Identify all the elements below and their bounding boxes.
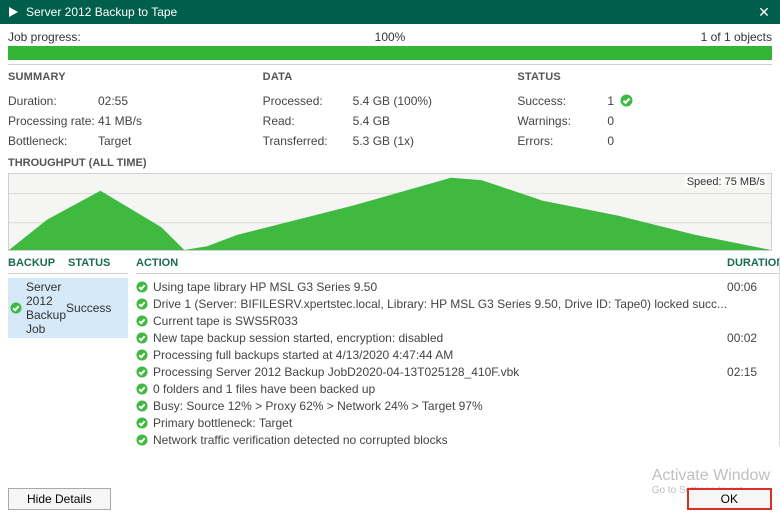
throughput-speed: Speed: 75 MB/s — [685, 176, 767, 188]
success-icon — [10, 302, 22, 314]
backup-row[interactable]: Server 2012 Backup Job Success — [8, 278, 128, 338]
titlebar: Server 2012 Backup to Tape ✕ — [0, 0, 780, 24]
transferred-label: Transferred: — [263, 134, 353, 148]
action-duration: 00:02 — [727, 331, 780, 345]
app-icon — [6, 5, 20, 19]
success-icon — [136, 383, 148, 395]
action-text: Current tape is SWS5R033 — [153, 314, 727, 328]
stats-section: SUMMARY Duration:02:55 Processing rate:4… — [0, 69, 780, 155]
transferred-value: 5.3 GB (1x) — [353, 134, 414, 148]
success-icon — [136, 434, 148, 446]
errors-value: 0 — [607, 134, 614, 148]
backup-name: Server 2012 Backup Job — [26, 280, 66, 336]
backup-status: Success — [66, 301, 126, 315]
progress-bar — [8, 46, 772, 60]
duration-label: Duration: — [8, 94, 98, 108]
footer: Hide Details OK — [8, 486, 772, 512]
ok-button[interactable]: OK — [687, 488, 772, 510]
data-col: DATA Processed:5.4 GB (100%) Read:5.4 GB… — [263, 71, 518, 151]
bottleneck-label: Bottleneck: — [8, 134, 98, 148]
close-icon[interactable]: ✕ — [754, 4, 774, 21]
action-row[interactable]: Primary bottleneck: Target — [136, 414, 780, 431]
success-value: 1 — [607, 94, 614, 108]
action-row[interactable]: Current tape is SWS5R033 — [136, 312, 780, 329]
action-text: Using tape library HP MSL G3 Series 9.50 — [153, 280, 727, 294]
progress-row: Job progress: 100% 1 of 1 objects — [0, 24, 780, 46]
action-row[interactable]: Drive 1 (Server: BIFILESRV.xpertstec.loc… — [136, 295, 780, 312]
action-row[interactable]: New tape backup session started, encrypt… — [136, 329, 780, 346]
processed-label: Processed: — [263, 94, 353, 108]
action-text: Primary bottleneck: Target — [153, 416, 727, 430]
throughput-chart: Speed: 75 MB/s — [8, 173, 772, 251]
action-col-header[interactable]: ACTION — [136, 257, 727, 269]
processed-value: 5.4 GB (100%) — [353, 94, 432, 108]
window-title: Server 2012 Backup to Tape — [26, 5, 754, 19]
data-header: DATA — [263, 71, 518, 83]
success-icon — [136, 281, 148, 293]
divider — [8, 64, 772, 65]
action-duration: 00:06 — [727, 280, 780, 294]
duration-col-header[interactable]: DURATION — [727, 257, 780, 269]
throughput-label: THROUGHPUT (ALL TIME) — [0, 155, 780, 171]
backup-status-col-header[interactable]: STATUS — [68, 257, 128, 269]
duration-value: 02:55 — [98, 94, 128, 108]
read-value: 5.4 GB — [353, 114, 390, 128]
status-header: STATUS — [517, 71, 772, 83]
action-text: Drive 1 (Server: BIFILESRV.xpertstec.loc… — [153, 297, 727, 311]
action-panel: ACTION DURATION Using tape library HP MS… — [136, 257, 780, 455]
read-label: Read: — [263, 114, 353, 128]
action-text: Busy: Source 12% > Proxy 62% > Network 2… — [153, 399, 727, 413]
success-icon — [620, 94, 633, 108]
action-duration: 02:15 — [727, 365, 780, 379]
action-text: 0 folders and 1 files have been backed u… — [153, 382, 727, 396]
success-icon — [136, 366, 148, 378]
summary-col: SUMMARY Duration:02:55 Processing rate:4… — [8, 71, 263, 151]
hide-details-button[interactable]: Hide Details — [8, 488, 111, 510]
action-row[interactable]: Network traffic verification detected no… — [136, 431, 780, 448]
success-icon — [136, 315, 148, 327]
progress-percent: 100% — [263, 30, 518, 44]
progress-objects: 1 of 1 objects — [517, 30, 772, 44]
action-text: Network traffic verification detected no… — [153, 433, 727, 447]
errors-label: Errors: — [517, 134, 607, 148]
success-icon — [136, 417, 148, 429]
action-row[interactable]: Processing full backups started at 4/13/… — [136, 346, 780, 363]
warnings-label: Warnings: — [517, 114, 607, 128]
action-row[interactable]: Using tape library HP MSL G3 Series 9.50… — [136, 278, 780, 295]
action-row[interactable]: Processing Server 2012 Backup JobD2020-0… — [136, 363, 780, 380]
success-icon — [136, 298, 148, 310]
action-row[interactable]: 0 folders and 1 files have been backed u… — [136, 380, 780, 397]
action-text: New tape backup session started, encrypt… — [153, 331, 727, 345]
backup-panel: BACKUP STATUS Server 2012 Backup Job Suc… — [8, 257, 128, 455]
success-icon — [136, 400, 148, 412]
throughput-area — [9, 174, 771, 250]
progress-label: Job progress: — [8, 30, 263, 44]
success-icon — [136, 349, 148, 361]
action-text: Processing Server 2012 Backup JobD2020-0… — [153, 365, 727, 379]
action-text: Processing full backups started at 4/13/… — [153, 348, 727, 362]
action-row[interactable]: Busy: Source 12% > Proxy 62% > Network 2… — [136, 397, 780, 414]
bottleneck-value: Target — [98, 134, 131, 148]
summary-header: SUMMARY — [8, 71, 263, 83]
rate-value: 41 MB/s — [98, 114, 142, 128]
success-label: Success: — [517, 94, 607, 108]
warnings-value: 0 — [607, 114, 614, 128]
success-icon — [136, 332, 148, 344]
backup-col-header[interactable]: BACKUP — [8, 257, 68, 269]
rate-label: Processing rate: — [8, 114, 98, 128]
status-col: STATUS Success:1 Warnings:0 Errors:0 — [517, 71, 772, 151]
watermark-line1: Activate Window — [652, 467, 770, 484]
action-list: Using tape library HP MSL G3 Series 9.50… — [136, 278, 780, 448]
